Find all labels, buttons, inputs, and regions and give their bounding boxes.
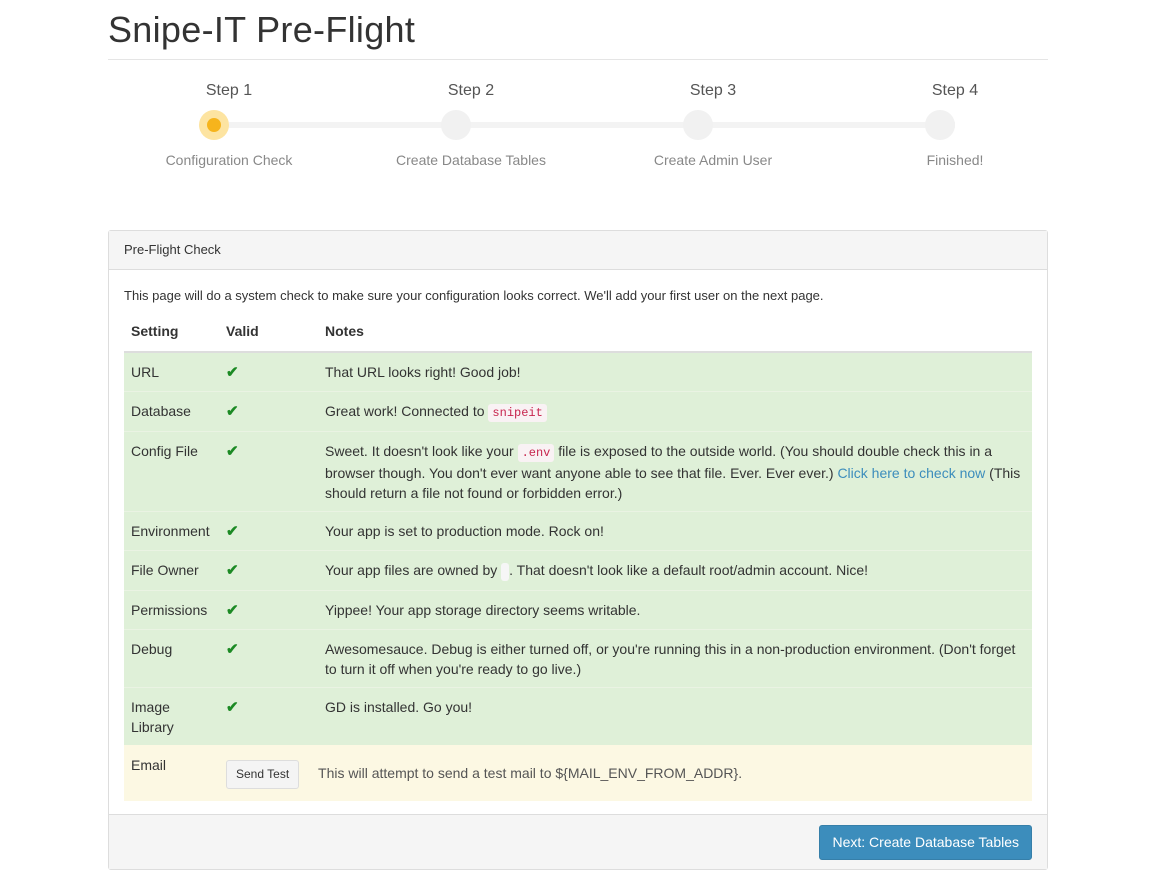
panel-footer: Next: Create Database Tables	[109, 814, 1047, 869]
step-label: Step 4	[931, 82, 979, 99]
step-3-indicator-icon	[683, 110, 713, 140]
step-caption: Configuration Check	[165, 152, 293, 168]
step-label: Step 3	[689, 82, 737, 99]
step-1: Step 1 Configuration Check	[108, 80, 350, 168]
table-row-email: Email Send Test This will attempt to sen…	[124, 745, 1032, 801]
check-icon: ✔	[226, 403, 239, 420]
setting-note: Sweet. It doesn't look like your .env fi…	[318, 431, 1032, 512]
setting-note: GD is installed. Go you!	[318, 687, 1032, 746]
step-caption: Create Admin User	[653, 152, 773, 168]
setting-name: Database	[124, 391, 219, 432]
setting-name: URL	[124, 351, 219, 392]
next-step-button[interactable]: Next: Create Database Tables	[819, 825, 1032, 860]
page-container: Snipe-IT Pre-Flight Step 1 Configuration…	[108, 0, 1048, 870]
table-header-row: Setting Valid Notes	[124, 315, 1032, 353]
step-connector	[229, 122, 471, 128]
step-3: Step 3 Create Admin User	[592, 80, 834, 168]
setting-name: Config File	[124, 431, 219, 512]
column-header-setting: Setting	[124, 315, 219, 353]
setting-name: File Owner	[124, 550, 219, 591]
step-4: Step 4 Finished!	[834, 80, 1076, 168]
table-row-database: Database ✔ Great work! Connected to snip…	[124, 391, 1032, 432]
step-caption: Create Database Tables	[396, 152, 546, 168]
database-name-code: snipeit	[488, 404, 547, 422]
wizard-stepper: Step 1 Configuration Check Step 2 Create…	[108, 80, 1048, 180]
step-4-indicator-icon	[925, 110, 955, 140]
table-row-config-file: Config File ✔ Sweet. It doesn't look lik…	[124, 431, 1032, 512]
setting-note: Awesomesauce. Debug is either turned off…	[318, 629, 1032, 688]
panel-heading: Pre-Flight Check	[109, 231, 1047, 270]
setting-name: Email	[124, 745, 219, 801]
setting-note: Your app is set to production mode. Rock…	[318, 511, 1032, 551]
step-label: Step 2	[447, 82, 495, 99]
step-connector	[471, 122, 713, 128]
intro-text: This page will do a system check to make…	[124, 288, 824, 303]
setting-name: Debug	[124, 629, 219, 688]
step-label: Step 1	[205, 82, 253, 99]
setting-note: This will attempt to send a test mail to…	[318, 765, 743, 781]
step-1-indicator-icon	[199, 110, 229, 140]
check-icon: ✔	[226, 443, 239, 460]
column-header-valid: Valid	[219, 315, 318, 353]
table-row-url: URL ✔ That URL looks right! Good job!	[124, 351, 1032, 392]
table-row-image-library: Image Library ✔ GD is installed. Go you!	[124, 687, 1032, 746]
table-row-permissions: Permissions ✔ Yippee! Your app storage d…	[124, 590, 1032, 630]
page-title: Snipe-IT Pre-Flight	[108, 9, 416, 50]
step-2: Step 2 Create Database Tables	[350, 80, 592, 168]
check-icon: ✔	[226, 523, 239, 540]
setting-name: Permissions	[124, 590, 219, 630]
env-file-code: .env	[517, 444, 555, 462]
checks-table: Setting Valid Notes URL ✔ That URL looks…	[124, 315, 1032, 801]
step-2-indicator-icon	[441, 110, 471, 140]
check-icon: ✔	[226, 602, 239, 619]
table-row-environment: Environment ✔ Your app is set to product…	[124, 511, 1032, 551]
step-connector	[713, 122, 955, 128]
table-row-debug: Debug ✔ Awesomesauce. Debug is either tu…	[124, 629, 1032, 688]
setting-note: That URL looks right! Good job!	[318, 351, 1032, 392]
check-icon: ✔	[226, 641, 239, 658]
setting-note: Your app files are owned by . That doesn…	[318, 550, 1032, 591]
title-divider	[108, 59, 1048, 60]
table-row-file-owner: File Owner ✔ Your app files are owned by…	[124, 550, 1032, 591]
check-icon: ✔	[226, 364, 239, 381]
send-test-button[interactable]: Send Test	[226, 760, 300, 789]
step-caption: Finished!	[926, 152, 984, 168]
panel-body: This page will do a system check to make…	[109, 288, 1047, 801]
setting-note: Great work! Connected to snipeit	[318, 391, 1032, 432]
check-icon: ✔	[226, 562, 239, 579]
check-env-link[interactable]: Click here to check now	[837, 465, 985, 481]
preflight-panel: Pre-Flight Check This page will do a sys…	[108, 230, 1048, 870]
column-header-notes: Notes	[318, 315, 1032, 353]
check-icon: ✔	[226, 699, 239, 716]
setting-name: Environment	[124, 511, 219, 551]
setting-name: Image Library	[124, 687, 219, 746]
owner-code	[501, 563, 510, 581]
setting-note: Yippee! Your app storage directory seems…	[318, 590, 1032, 630]
